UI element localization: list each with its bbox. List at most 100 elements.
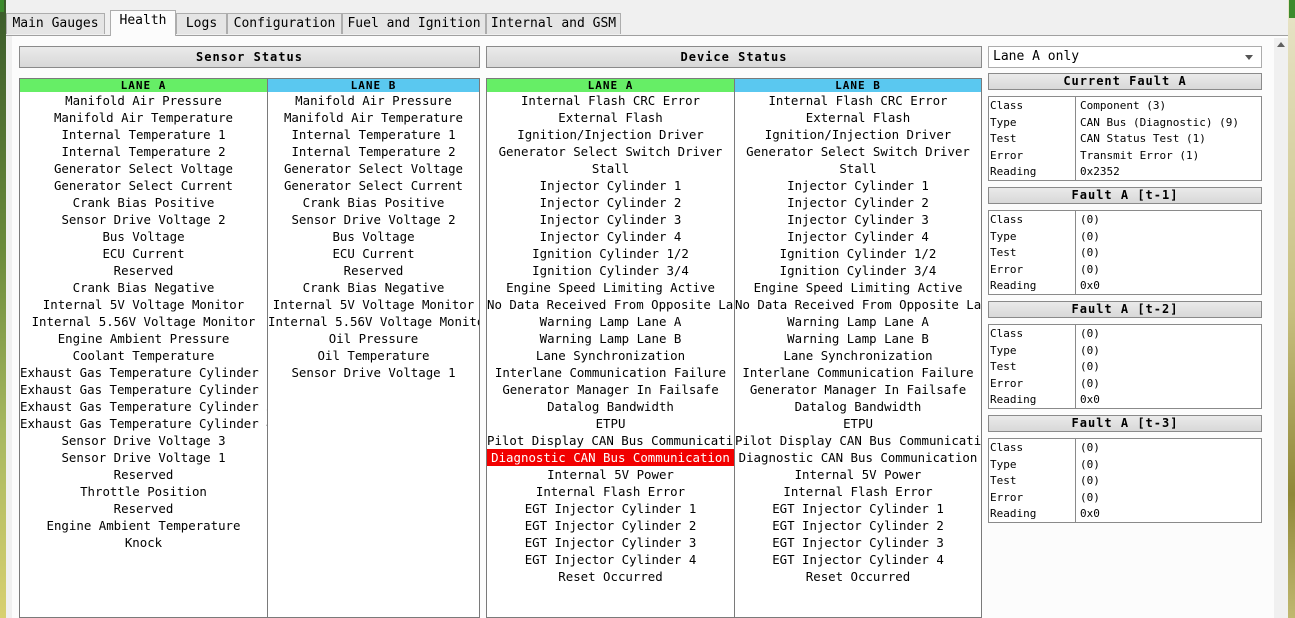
status-item: Crank Bias Negative (72, 280, 215, 295)
status-item: Internal Flash Error (535, 484, 686, 499)
status-item: Internal Temperature 1 (291, 127, 456, 142)
tab-fuel-and-ignition[interactable]: Fuel and Ignition (342, 13, 486, 34)
status-item: Manifold Air Temperature (283, 110, 464, 125)
fault-row: Class (0) (989, 212, 1261, 228)
fault-key: Test (990, 246, 1017, 259)
status-item: Reserved (113, 501, 174, 516)
status-item: Injector Cylinder 3 (787, 212, 929, 227)
fault-details: Class Component (3) Type CAN Bus (Diagnosti… (988, 96, 1262, 181)
status-item: Sensor Drive Voltage 3 (61, 433, 226, 448)
lane-b-header: LANE B (268, 79, 479, 92)
fault-key: Reading (990, 279, 1037, 292)
fault-row: Class Component (3) (989, 98, 1261, 114)
lane-a-header: LANE A (487, 79, 734, 92)
status-item: Generator Select Switch Driver (498, 144, 723, 159)
chevron-down-icon (1245, 55, 1253, 60)
sensor-status-title: Sensor Status (19, 46, 480, 68)
sensor-lane-b-list: LANE B Manifold Air Pressure Manifold Air… (267, 78, 480, 618)
status-item: EGT Injector Cylinder 2 (772, 518, 944, 533)
fault-key: Class (990, 213, 1024, 226)
status-item: ETPU (595, 416, 626, 431)
status-item: EGT Injector Cylinder 1 (524, 501, 697, 516)
lane-selector-dropdown[interactable]: Lane A only (988, 46, 1262, 68)
status-item: Warning Lamp Lane A (539, 314, 682, 329)
tab-main-gauges[interactable]: Main Gauges (6, 13, 105, 34)
status-item: Injector Cylinder 3 (539, 212, 682, 227)
status-item: Ignition Cylinder 1/2 (779, 246, 937, 261)
fault-value: (0) (1080, 474, 1100, 487)
device-status-title: Device Status (486, 46, 982, 68)
tab-health[interactable]: Health (110, 10, 176, 36)
fault-value: CAN Status Test (1) (1080, 132, 1206, 145)
status-item: Bus Voltage (102, 229, 185, 244)
status-item: Reserved (343, 263, 404, 278)
fault-key: Error (990, 262, 1024, 276)
status-item: Generator Select Switch Driver (746, 144, 970, 159)
tab-logs[interactable]: Logs (176, 13, 227, 34)
fault-title: Fault A [t-3] (988, 415, 1262, 432)
status-item: Internal 5V Power (794, 467, 922, 482)
status-item: Coolant Temperature (72, 348, 215, 363)
status-item: Internal 5V Voltage Monitor (42, 297, 245, 312)
fault-value: (0) (1080, 229, 1100, 243)
status-item: Oil Pressure (328, 331, 419, 346)
fault-details: Class (0) Type (0) Test (0) Error (0) Readin… (988, 210, 1262, 295)
status-item: Warning Lamp Lane A (787, 314, 929, 329)
fault-key: Type (990, 457, 1017, 471)
fault-row: Reading 0x0 (989, 278, 1261, 294)
status-item: Engine Speed Limiting Active (506, 280, 715, 295)
fault-row: Test (0) (989, 359, 1261, 375)
status-item: Reserved (113, 263, 174, 278)
fault-row: Error (0) (989, 262, 1261, 278)
status-item: Lane Synchronization (535, 348, 686, 363)
vertical-scrollbar[interactable] (1274, 38, 1288, 618)
lane-b-header: LANE B (735, 79, 981, 92)
desktop-edge-left (0, 0, 6, 618)
status-item: Injector Cylinder 1 (539, 178, 682, 193)
fault-row: Error Transmit Error (1) (989, 148, 1261, 164)
fault-value: (0) (1080, 457, 1100, 471)
device-lane-b-list: LANE B Internal Flash CRC Error External … (734, 78, 982, 618)
status-item: Injector Cylinder 1 (787, 178, 929, 193)
status-item: Engine Speed Limiting Active (753, 280, 963, 295)
status-item-alarm: Diagnostic CAN Bus Communication (487, 449, 734, 466)
desktop-edge-right (1288, 0, 1295, 618)
status-item: Warning Lamp Lane B (787, 331, 929, 346)
fault-key: Type (990, 343, 1017, 357)
scroll-up-icon[interactable] (1277, 42, 1285, 47)
status-item: EGT Injector Cylinder 3 (524, 535, 697, 550)
status-item: External Flash (805, 110, 911, 125)
fault-value: 0x0 (1080, 393, 1100, 406)
fault-key: Type (990, 115, 1017, 129)
fault-key: Test (990, 474, 1017, 487)
status-item: Internal 5V Power (547, 467, 674, 482)
status-item: EGT Injector Cylinder 4 (772, 552, 944, 567)
status-item: Datalog Bandwidth (547, 399, 674, 414)
device-lane-a-list: LANE A Internal Flash CRC Error External … (486, 78, 735, 618)
fault-value: (0) (1080, 490, 1100, 504)
status-item: Engine Ambient Temperature (46, 518, 241, 533)
status-item: EGT Injector Cylinder 3 (772, 535, 944, 550)
status-item: Crank Bias Positive (72, 195, 215, 210)
fault-row: Type (0) (989, 229, 1261, 245)
fault-value: (0) (1080, 327, 1100, 340)
fault-key: Test (990, 132, 1017, 145)
status-item: Interlane Communication Failure (494, 365, 727, 380)
fault-row: Type (0) (989, 343, 1261, 359)
fault-key: Reading (990, 393, 1037, 406)
fault-row: Class (0) (989, 440, 1261, 456)
status-item: Crank Bias Negative (302, 280, 445, 295)
fault-value: 0x0 (1080, 507, 1100, 520)
status-item: Manifold Air Pressure (65, 93, 222, 108)
fault-value: (0) (1080, 441, 1100, 454)
fault-row: Error (0) (989, 376, 1261, 392)
fault-value: (0) (1080, 376, 1100, 390)
tab-configuration[interactable]: Configuration (227, 13, 342, 34)
fault-key: Test (990, 360, 1017, 373)
fault-key: Class (990, 99, 1024, 112)
fault-value: (0) (1080, 343, 1100, 357)
fault-key: Reading (990, 165, 1037, 178)
status-item: Sensor Drive Voltage 2 (291, 212, 456, 227)
status-item: Ignition Cylinder 1/2 (532, 246, 689, 261)
tab-internal-and-gsm[interactable]: Internal and GSM (486, 13, 621, 34)
